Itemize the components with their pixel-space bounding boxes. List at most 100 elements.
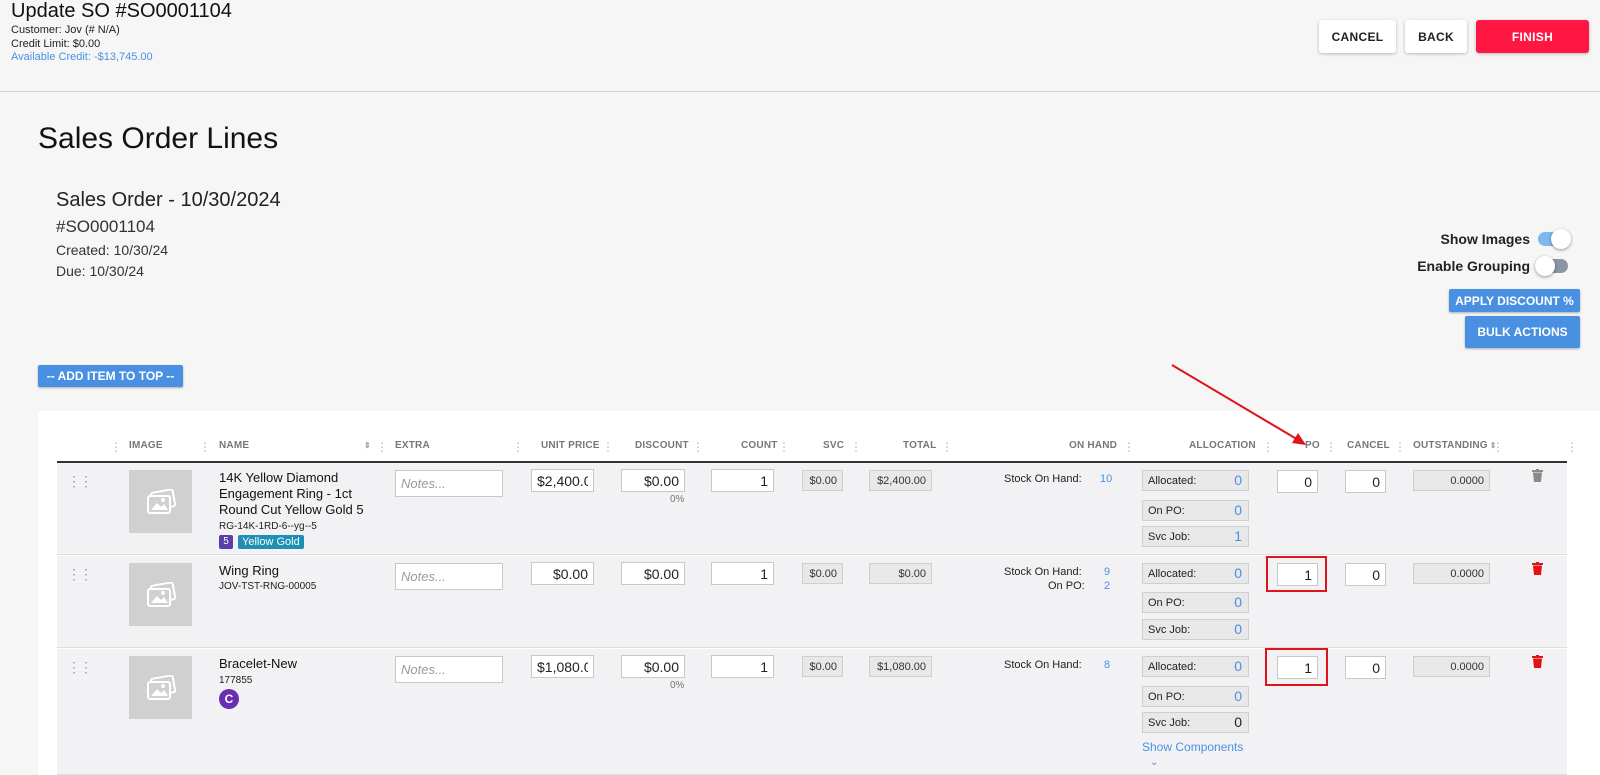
cancel-qty-input[interactable] (1345, 470, 1386, 493)
count-input[interactable] (711, 469, 774, 492)
allocated-field: Allocated: 0 (1142, 563, 1249, 584)
notes-input[interactable] (395, 470, 503, 497)
discount-percent: 0% (670, 680, 685, 691)
column-separator[interactable] (199, 440, 211, 455)
back-button[interactable]: BACK (1405, 20, 1467, 53)
col-header-po: PO (1305, 440, 1320, 451)
column-separator[interactable] (602, 440, 614, 455)
on-po-field: On PO: 0 (1142, 686, 1249, 707)
available-credit: Available Credit: -$13,745.00 (11, 51, 153, 63)
product-image-placeholder (129, 563, 192, 626)
drag-handle-icon[interactable]: ⋮⋮ (67, 567, 93, 581)
stock-on-hand-label: Stock On Hand: (1004, 566, 1082, 578)
col-header-on-hand: ON HAND (1069, 440, 1118, 451)
trash-icon[interactable] (1532, 655, 1543, 668)
col-header-image: IMAGE (129, 440, 163, 451)
column-separator[interactable] (692, 440, 704, 455)
stock-on-po-value[interactable]: 2 (1104, 580, 1110, 592)
discount-input[interactable] (621, 562, 685, 585)
col-header-discount: DISCOUNT (635, 440, 689, 451)
outstanding-value: 0.0000 (1413, 656, 1490, 677)
page-title: Sales Order Lines (38, 122, 279, 155)
add-item-to-top-button[interactable]: -- ADD ITEM TO TOP -- (38, 365, 183, 387)
svc-job-field: Svc Job: 0 (1142, 712, 1249, 733)
variant-count-badge: 5 (219, 535, 233, 549)
apply-discount-button[interactable]: APPLY DISCOUNT % (1449, 289, 1580, 312)
svc-job-field: Svc Job: 1 (1142, 526, 1249, 547)
order-heading: Sales Order - 10/30/2024 (56, 189, 281, 211)
col-header-extra: EXTRA (395, 440, 430, 451)
notes-input[interactable] (395, 563, 503, 590)
page-header-title: Update SO #SO0001104 (11, 0, 232, 22)
credit-limit: Credit Limit: $0.00 (11, 38, 101, 50)
cancel-button[interactable]: CANCEL (1319, 20, 1396, 53)
product-name: Bracelet-New (219, 656, 298, 671)
svc-value: $0.00 (802, 470, 843, 491)
stock-on-hand-value[interactable]: 9 (1104, 566, 1110, 578)
unit-price-input[interactable] (531, 562, 594, 585)
customer-info: Customer: Jov (# N/A) (11, 24, 120, 36)
page-header: Update SO #SO0001104 Customer: Jov (# N/… (0, 0, 1600, 92)
order-number: #SO0001104 (56, 217, 155, 236)
order-created-date: Created: 10/30/24 (56, 242, 169, 258)
on-po-field: On PO: 0 (1142, 592, 1249, 613)
col-header-allocation: ALLOCATION (1189, 440, 1256, 451)
discount-input[interactable] (621, 655, 685, 678)
drag-handle-icon[interactable]: ⋮⋮ (67, 474, 93, 488)
stock-on-hand-value[interactable]: 8 (1104, 659, 1110, 671)
count-input[interactable] (711, 655, 774, 678)
col-header-svc: SVC (823, 440, 845, 451)
discount-percent: 0% (670, 494, 685, 505)
column-separator[interactable] (1394, 440, 1406, 455)
total-value: $2,400.00 (869, 470, 932, 491)
metal-tag-badge: Yellow Gold (238, 535, 304, 549)
notes-input[interactable] (395, 656, 503, 683)
col-header-name[interactable]: NAME (219, 440, 249, 451)
image-icon (146, 674, 176, 700)
column-separator[interactable] (778, 440, 790, 455)
component-badge: C (219, 689, 239, 709)
highlight-box (1266, 556, 1327, 592)
column-separator[interactable] (1325, 440, 1337, 455)
column-separator[interactable] (1566, 440, 1578, 455)
column-separator[interactable] (1492, 440, 1504, 455)
column-separator[interactable] (512, 440, 524, 455)
svc-value: $0.00 (802, 563, 843, 584)
col-header-cancel: CANCEL (1347, 440, 1390, 451)
discount-input[interactable] (621, 469, 685, 492)
stock-on-hand-label: Stock On Hand: (1004, 473, 1082, 485)
product-name: Wing Ring (219, 563, 279, 578)
cancel-qty-input[interactable] (1345, 656, 1386, 679)
sort-icon[interactable]: ⇕ (362, 440, 371, 451)
cancel-qty-input[interactable] (1345, 563, 1386, 586)
show-images-toggle[interactable] (1538, 229, 1571, 249)
trash-icon[interactable] (1532, 562, 1543, 575)
column-separator[interactable] (850, 440, 862, 455)
finish-button[interactable]: FINISH (1476, 20, 1589, 53)
drag-handle-icon[interactable]: ⋮⋮ (67, 660, 93, 674)
column-separator[interactable] (110, 440, 122, 455)
column-separator[interactable] (1262, 440, 1274, 455)
enable-grouping-toggle[interactable] (1535, 256, 1568, 276)
outstanding-value: 0.0000 (1413, 470, 1490, 491)
col-header-outstanding[interactable]: OUTSTANDING ⇕ (1413, 440, 1497, 451)
count-input[interactable] (711, 562, 774, 585)
column-separator[interactable] (941, 440, 953, 455)
stock-on-hand-value[interactable]: 10 (1100, 473, 1112, 485)
chevron-down-icon[interactable]: ⌄ (1150, 757, 1158, 768)
column-separator[interactable] (1123, 440, 1135, 455)
show-components-link[interactable]: Show Components (1142, 740, 1243, 754)
column-separator[interactable] (376, 440, 388, 455)
allocated-field: Allocated: 0 (1142, 656, 1249, 677)
product-image-placeholder (129, 656, 192, 719)
po-input[interactable] (1277, 470, 1318, 493)
col-header-total: TOTAL (903, 440, 937, 451)
unit-price-input[interactable] (531, 655, 594, 678)
product-sku: JOV-TST-RNG-00005 (219, 581, 317, 592)
product-name: 14K Yellow Diamond Engagement Ring - 1ct… (219, 470, 364, 517)
trash-icon[interactable] (1532, 469, 1543, 482)
unit-price-input[interactable] (531, 469, 594, 492)
bulk-actions-button[interactable]: BULK ACTIONS (1465, 316, 1580, 348)
total-value: $1,080.00 (869, 656, 932, 677)
image-icon (146, 581, 176, 607)
